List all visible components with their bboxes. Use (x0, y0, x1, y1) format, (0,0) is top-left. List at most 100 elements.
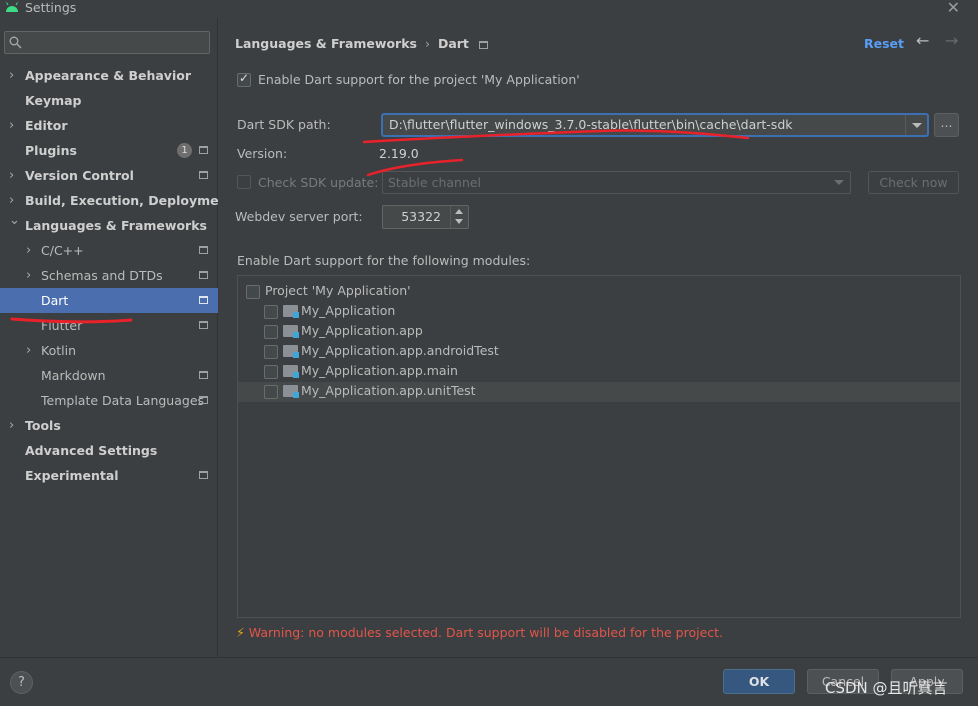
modules-list: Project 'My Application' My_Application My… (237, 275, 961, 618)
enable-dart-label: Enable Dart support for the project 'My … (258, 72, 580, 87)
port-stepper[interactable] (450, 206, 468, 228)
decrement-icon[interactable] (455, 219, 463, 224)
module-folder-icon (283, 325, 299, 338)
module-name: My_Application.app.androidTest (301, 343, 499, 358)
sidebar-item-label: Dart (41, 293, 69, 308)
sidebar-item-kotlin[interactable]: › Kotlin (0, 338, 218, 363)
sidebar-item-dart[interactable]: Dart (0, 288, 218, 313)
module-row[interactable]: My_Application.app.unitTest (238, 382, 960, 402)
project-scope-icon (199, 246, 208, 254)
warning-message: ⚡ Warning: no modules selected. Dart supp… (236, 625, 723, 640)
settings-sidebar: › Appearance & Behavior Keymap › Editor Plugi… (0, 18, 233, 657)
breadcrumb-separator: › (424, 36, 430, 51)
sidebar-item-advanced-settings[interactable]: Advanced Settings (0, 438, 218, 463)
module-row[interactable]: My_Application.app.androidTest (238, 342, 960, 362)
sidebar-item-label: Version Control (25, 168, 134, 183)
module-checkbox[interactable] (264, 325, 278, 339)
breadcrumb-item-languages[interactable]: Languages & Frameworks (235, 36, 417, 51)
sidebar-item-experimental[interactable]: Experimental (0, 463, 218, 488)
chevron-right-icon[interactable]: › (9, 413, 14, 438)
module-checkbox[interactable] (264, 385, 278, 399)
sidebar-item-label: Build, Execution, Deployment (25, 193, 234, 208)
webdev-port-spinner[interactable]: 53322 (382, 205, 469, 229)
module-checkbox[interactable] (264, 305, 278, 319)
settings-search[interactable] (4, 31, 210, 54)
update-channel-select[interactable]: Stable channel (382, 171, 851, 194)
forward-arrow-icon[interactable]: → (945, 31, 958, 50)
module-checkbox[interactable] (264, 345, 278, 359)
android-studio-icon (6, 2, 18, 12)
sdk-path-label: Dart SDK path: (237, 117, 331, 132)
chevron-right-icon[interactable]: › (9, 63, 14, 88)
project-scope-icon (199, 371, 208, 379)
project-scope-icon (199, 321, 208, 329)
module-row[interactable]: My_Application.app (238, 322, 960, 342)
check-now-button[interactable]: Check now (868, 171, 959, 194)
module-name: Project 'My Application' (265, 283, 411, 298)
sidebar-item-label: Plugins (25, 143, 77, 158)
sidebar-item-tools[interactable]: › Tools (0, 413, 218, 438)
lightning-warning-icon: ⚡ (236, 625, 245, 640)
module-name: My_Application.app.unitTest (301, 383, 476, 398)
chevron-right-icon[interactable]: › (9, 163, 14, 188)
sidebar-item-build-execution-deployment[interactable]: › Build, Execution, Deployment (0, 188, 233, 213)
sidebar-item-appearance-behavior[interactable]: › Appearance & Behavior (0, 63, 218, 88)
sidebar-item-keymap[interactable]: Keymap (0, 88, 218, 113)
module-name: My_Application (301, 303, 396, 318)
sidebar-item-label: Advanced Settings (25, 443, 158, 458)
module-folder-icon (283, 385, 299, 398)
breadcrumb: Languages & Frameworks › Dart (235, 36, 488, 51)
sidebar-item-editor[interactable]: › Editor (0, 113, 218, 138)
project-scope-icon (199, 146, 208, 154)
module-checkbox[interactable] (264, 365, 278, 379)
sdk-path-combobox[interactable]: D:\flutter\flutter_windows_3.7.0-stable\… (381, 113, 929, 137)
enable-dart-checkbox[interactable] (237, 71, 251, 87)
ok-button[interactable]: OK (723, 669, 795, 694)
window-title: Settings (25, 0, 77, 15)
sidebar-item-schemas-and-dtds[interactable]: › Schemas and DTDs (0, 263, 218, 288)
chevron-right-icon[interactable]: › (26, 263, 31, 288)
sidebar-item-label: Tools (25, 418, 61, 433)
search-input[interactable] (27, 33, 207, 52)
module-row[interactable]: My_Application.app.main (238, 362, 960, 382)
back-arrow-icon[interactable]: ← (916, 31, 929, 50)
module-checkbox[interactable] (246, 285, 260, 299)
search-icon (9, 36, 22, 49)
sidebar-item-label: Flutter (41, 318, 83, 333)
sidebar-item-label: Kotlin (41, 343, 76, 358)
help-button[interactable]: ? (10, 671, 33, 694)
sidebar-item-flutter[interactable]: Flutter (0, 313, 218, 338)
update-channel-value: Stable channel (388, 175, 482, 190)
chevron-right-icon[interactable]: › (9, 113, 14, 138)
webdev-port-label: Webdev server port: (235, 209, 363, 224)
sidebar-item-label: Template Data Languages (41, 393, 205, 408)
project-scope-icon (199, 296, 208, 304)
project-scope-icon (199, 396, 208, 404)
sdk-path-value: D:\flutter\flutter_windows_3.7.0-stable\… (389, 117, 793, 132)
chevron-right-icon[interactable]: › (26, 238, 31, 263)
module-folder-icon (283, 345, 299, 358)
browse-sdk-button[interactable]: ... (934, 113, 959, 137)
check-sdk-update-checkbox[interactable] (237, 175, 251, 189)
title-bar: Settings ✕ (0, 0, 978, 18)
chevron-right-icon[interactable]: › (26, 338, 31, 363)
reset-link[interactable]: Reset (864, 36, 904, 51)
sidebar-item-languages-frameworks[interactable]: ⌄ Languages & Frameworks (0, 213, 218, 238)
close-icon[interactable]: ✕ (947, 0, 960, 17)
sidebar-item-markdown[interactable]: Markdown (0, 363, 218, 388)
chevron-down-icon[interactable]: ⌄ (9, 208, 20, 233)
sidebar-item-template-data-languages[interactable]: Template Data Languages (0, 388, 218, 413)
sidebar-item-plugins[interactable]: Plugins 1 (0, 138, 218, 163)
module-row[interactable]: My_Application (238, 302, 960, 322)
sidebar-item-c-c[interactable]: › C/C++ (0, 238, 218, 263)
sdk-path-dropdown[interactable] (905, 115, 927, 135)
warning-text: Warning: no modules selected. Dart suppo… (248, 625, 724, 640)
sidebar-item-label: Keymap (25, 93, 82, 108)
webdev-port-value: 53322 (401, 209, 441, 224)
module-row[interactable]: Project 'My Application' (238, 282, 960, 302)
increment-icon[interactable] (455, 209, 463, 214)
dart-settings-panel: Languages & Frameworks › Dart Reset ← → En… (219, 18, 978, 657)
sidebar-item-label: Languages & Frameworks (25, 218, 207, 233)
project-scope-icon (199, 271, 208, 279)
sidebar-item-version-control[interactable]: › Version Control (0, 163, 218, 188)
